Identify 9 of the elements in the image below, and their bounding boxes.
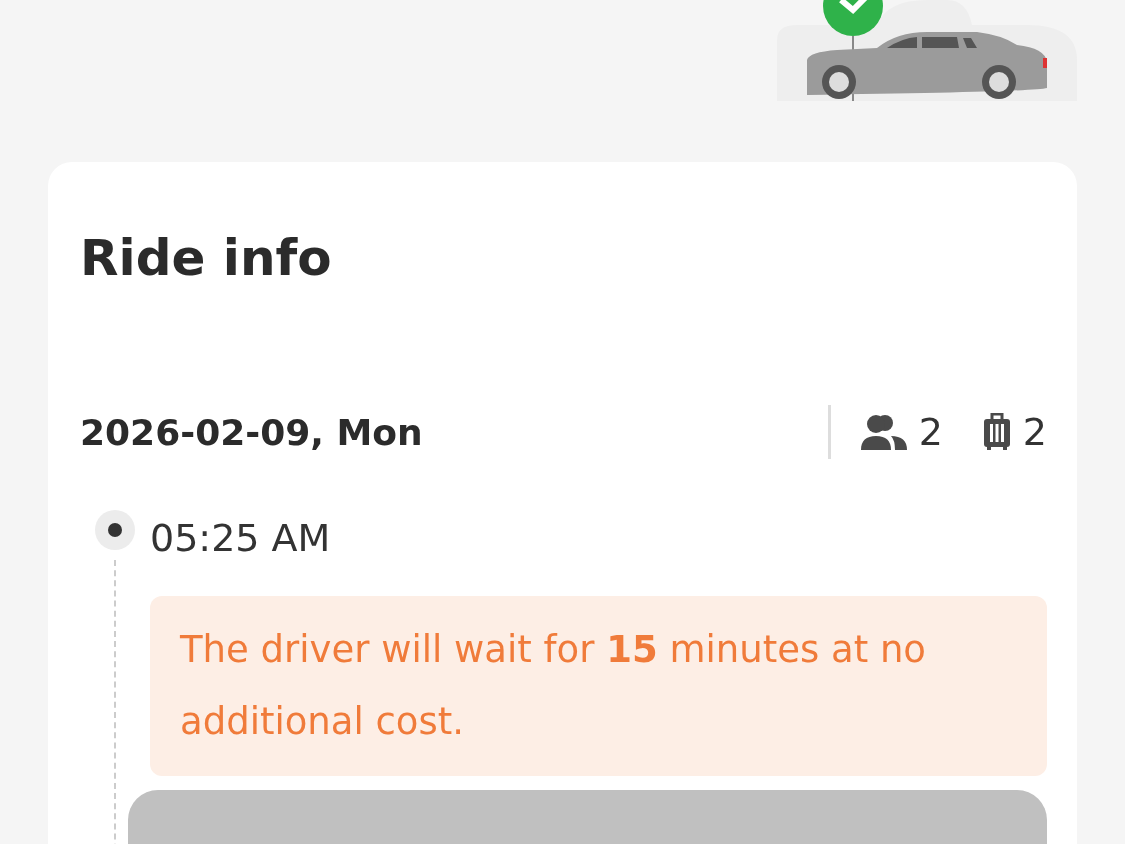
passenger-count: 2 bbox=[918, 410, 943, 454]
pickup-time: 05:25 AM bbox=[150, 515, 332, 562]
luggage-count: 2 bbox=[1022, 410, 1047, 454]
card-title: Ride info bbox=[80, 228, 333, 289]
timeline-dot bbox=[95, 510, 135, 550]
wait-notice: The driver will wait for 15 minutes at no additional cost. bbox=[150, 596, 1047, 776]
people-icon bbox=[860, 414, 907, 450]
luggage-icon bbox=[982, 413, 1011, 451]
ride-date: 2026-02-09, Mon bbox=[80, 411, 424, 453]
